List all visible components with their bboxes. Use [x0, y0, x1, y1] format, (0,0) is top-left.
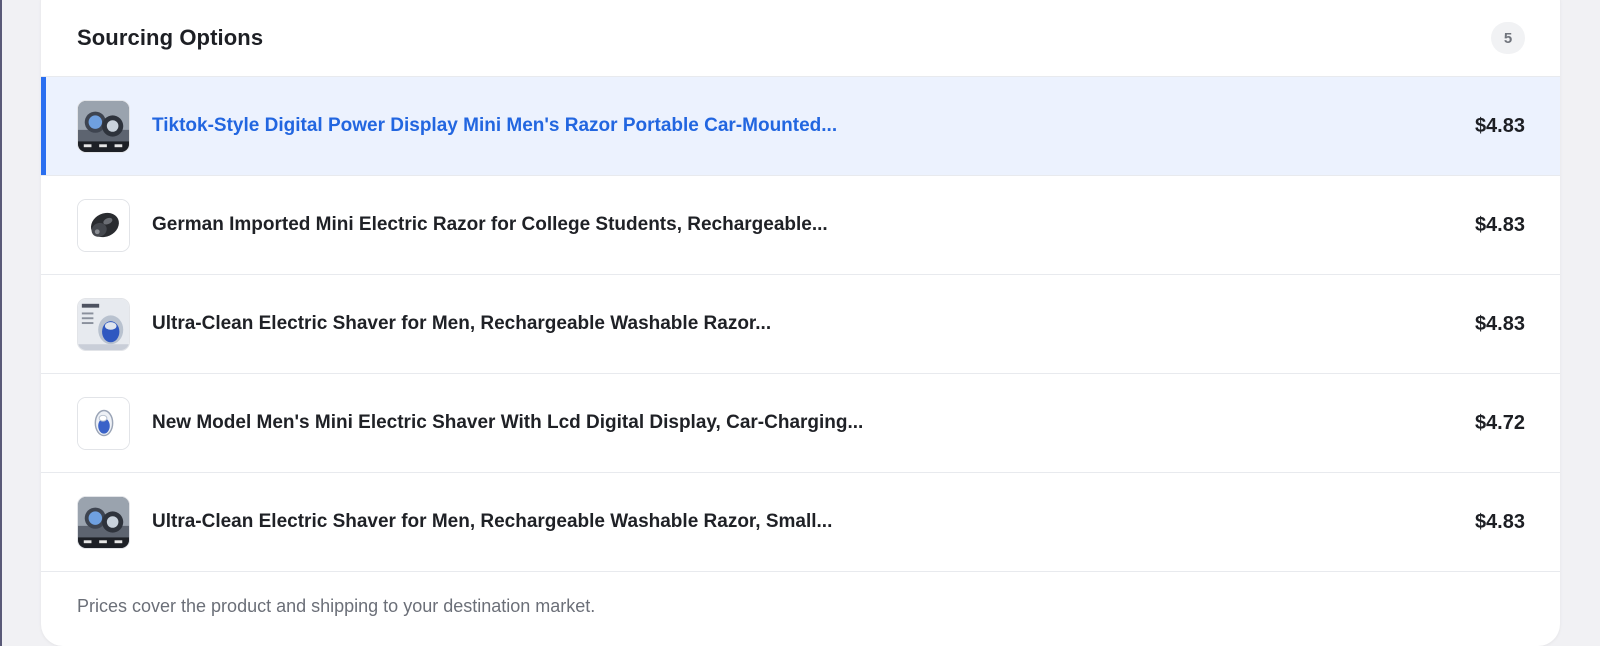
- product-thumbnail: [77, 495, 130, 549]
- product-thumbnail: [77, 396, 130, 450]
- panel-title: Sourcing Options: [77, 25, 264, 50]
- option-price: $4.83: [1474, 510, 1525, 533]
- option-price: $4.83: [1474, 312, 1525, 335]
- white-shaver-product-icon: [78, 397, 129, 449]
- option-title: Ultra-Clean Electric Shaver for Men, Rec…: [152, 511, 833, 532]
- mini-razor-dark-product-icon: [78, 100, 129, 152]
- option-title: New Model Men's Mini Electric Shaver Wit…: [152, 412, 864, 433]
- black-razor-product-icon: [78, 199, 129, 251]
- option-price: $4.83: [1474, 213, 1525, 236]
- sourcing-option-row[interactable]: Ultra-Clean Electric Shaver for Men, Rec…: [41, 473, 1560, 572]
- sourcing-option-row[interactable]: New Model Men's Mini Electric Shaver Wit…: [41, 374, 1560, 473]
- sourcing-option-row[interactable]: Tiktok-Style Digital Power Display Mini …: [41, 77, 1560, 176]
- sourcing-option-row[interactable]: German Imported Mini Electric Razor for …: [41, 176, 1560, 275]
- product-thumbnail: [77, 99, 130, 153]
- option-price: $4.72: [1474, 411, 1525, 434]
- pricing-footnote: Prices cover the product and shipping to…: [77, 596, 596, 616]
- option-title: Ultra-Clean Electric Shaver for Men, Rec…: [152, 313, 772, 334]
- option-title: Tiktok-Style Digital Power Display Mini …: [152, 115, 838, 136]
- product-thumbnail: [77, 297, 130, 351]
- option-title: German Imported Mini Electric Razor for …: [152, 214, 828, 235]
- sourcing-option-row[interactable]: Ultra-Clean Electric Shaver for Men, Rec…: [41, 275, 1560, 374]
- sourcing-options-panel: Sourcing Options 5 Tiktok-Style Digital …: [41, 0, 1560, 646]
- option-price: $4.83: [1474, 114, 1525, 137]
- page-edge-divider: [0, 0, 2, 646]
- option-count-badge: 5: [1491, 22, 1525, 54]
- mini-razor-dark-product-icon: [78, 496, 129, 548]
- blue-shaver-product-icon: [78, 298, 129, 350]
- panel-header: Sourcing Options 5: [41, 0, 1560, 77]
- product-thumbnail: [77, 198, 130, 252]
